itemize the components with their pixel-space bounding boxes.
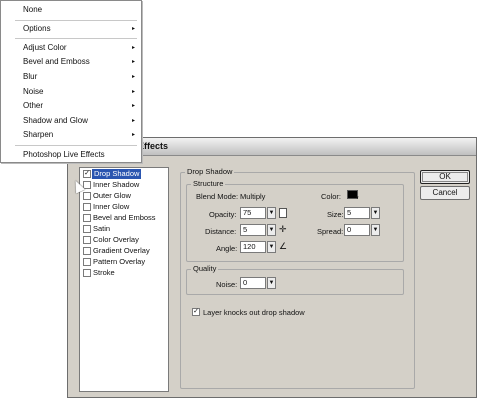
effect-checkbox[interactable]: ✓ xyxy=(83,170,91,178)
panel-title: Drop Shadow xyxy=(185,167,235,176)
effect-item-outer-glow[interactable]: Outer Glow xyxy=(82,191,166,201)
menu-item-adjust-color[interactable]: Adjust Color ▸ xyxy=(1,41,141,55)
size-dropdown-button[interactable]: ▼ xyxy=(371,207,380,219)
effect-label: Stroke xyxy=(93,268,115,277)
structure-label: Structure xyxy=(191,179,226,188)
submenu-arrow-icon: ▸ xyxy=(131,26,135,32)
menu-item-photoshop-live-effects[interactable]: Photoshop Live Effects xyxy=(1,148,141,162)
color-dropdown-icon[interactable]: ▾ xyxy=(356,195,359,201)
opacity-slider-icon[interactable] xyxy=(279,208,287,218)
menu-item-shadow-and-glow[interactable]: Shadow and Glow ▸ xyxy=(1,114,141,128)
effect-checkbox[interactable] xyxy=(83,203,91,211)
blend-mode-value[interactable]: Multiply xyxy=(240,192,265,201)
menu-item-label: Adjust Color xyxy=(23,43,67,52)
effect-label: Pattern Overlay xyxy=(93,257,146,266)
effect-item-stroke[interactable]: Stroke xyxy=(82,268,166,278)
knockout-checkbox[interactable]: ✓ xyxy=(192,308,200,316)
opacity-dropdown-button[interactable]: ▼ xyxy=(267,207,276,219)
menu-item-options[interactable]: Options ▸ xyxy=(1,22,141,36)
menu-item-label: Other xyxy=(23,101,44,110)
effect-label: Color Overlay xyxy=(93,235,139,244)
noise-label: Noise: xyxy=(216,280,238,289)
menu-item-bevel-and-emboss[interactable]: Bevel and Emboss ▸ xyxy=(1,55,141,69)
menu-item-label: Photoshop Live Effects xyxy=(23,150,105,159)
noise-dropdown-button[interactable]: ▼ xyxy=(267,277,276,289)
menu-item-label: Noise xyxy=(23,87,44,96)
submenu-arrow-icon: ▸ xyxy=(131,74,135,80)
menu-item-label: Shadow and Glow xyxy=(23,116,88,125)
effects-menu: None Options ▸ Adjust Color ▸ Bevel and … xyxy=(0,0,142,163)
angle-input[interactable]: 120 xyxy=(240,241,266,253)
menu-item-other[interactable]: Other ▸ xyxy=(1,99,141,113)
effect-label: Drop Shadow xyxy=(92,169,142,179)
blend-mode-label: Blend Mode: xyxy=(196,192,239,201)
submenu-arrow-icon: ▸ xyxy=(131,132,135,138)
submenu-arrow-icon: ▸ xyxy=(131,45,135,51)
effect-item-pattern-overlay[interactable]: Pattern Overlay xyxy=(82,257,166,267)
effect-label: Inner Shadow xyxy=(93,180,140,189)
spread-label: Spread: xyxy=(317,227,344,236)
angle-label: Angle: xyxy=(216,244,238,253)
menu-separator xyxy=(15,145,137,146)
effect-item-drop-shadow[interactable]: ✓ Drop Shadow xyxy=(82,169,166,179)
color-label: Color: xyxy=(321,192,342,201)
menu-item-label: Options xyxy=(23,24,51,33)
menu-item-noise[interactable]: Noise ▸ xyxy=(1,85,141,99)
knockout-label: Layer knocks out drop shadow xyxy=(203,308,305,317)
size-input[interactable]: 5 xyxy=(344,207,370,219)
effect-checkbox[interactable] xyxy=(83,214,91,222)
effect-item-inner-shadow[interactable]: Inner Shadow xyxy=(82,180,166,190)
effect-checkbox[interactable] xyxy=(83,192,91,200)
distance-dropdown-button[interactable]: ▼ xyxy=(267,224,276,236)
distance-label: Distance: xyxy=(205,227,237,236)
effect-checkbox[interactable] xyxy=(83,225,91,233)
distance-input[interactable]: 5 xyxy=(240,224,266,236)
menu-item-label: None xyxy=(23,5,43,14)
effect-label: Outer Glow xyxy=(93,191,131,200)
noise-input[interactable]: 0 xyxy=(240,277,266,289)
effects-dialog: Effects ✓ Drop Shadow Inner Shadow Outer… xyxy=(67,137,477,398)
effect-item-satin[interactable]: Satin xyxy=(82,224,166,234)
effect-item-bevel-and-emboss[interactable]: Bevel and Emboss xyxy=(82,213,166,223)
menu-item-none[interactable]: None xyxy=(1,3,141,17)
effect-label: Inner Glow xyxy=(93,202,130,211)
quality-label: Quality xyxy=(191,264,219,273)
submenu-arrow-icon: ▸ xyxy=(131,89,135,95)
menu-item-label: Bevel and Emboss xyxy=(23,57,90,66)
effects-list[interactable]: ✓ Drop Shadow Inner Shadow Outer Glow In… xyxy=(79,167,169,392)
menu-separator xyxy=(15,20,137,21)
effect-item-color-overlay[interactable]: Color Overlay xyxy=(82,235,166,245)
submenu-arrow-icon: ▸ xyxy=(131,59,135,65)
effect-item-inner-glow[interactable]: Inner Glow xyxy=(82,202,166,212)
menu-item-sharpen[interactable]: Sharpen ▸ xyxy=(1,128,141,142)
effect-item-gradient-overlay[interactable]: Gradient Overlay xyxy=(82,246,166,256)
effect-checkbox[interactable] xyxy=(83,247,91,255)
spread-dropdown-button[interactable]: ▼ xyxy=(371,224,380,236)
menu-item-label: Sharpen xyxy=(23,130,54,139)
effect-label: Bevel and Emboss xyxy=(93,213,156,222)
spread-input[interactable]: 0 xyxy=(344,224,370,236)
submenu-arrow-icon: ▸ xyxy=(131,118,135,124)
submenu-arrow-icon: ▸ xyxy=(131,103,135,109)
angle-icon[interactable]: ∠ xyxy=(279,241,287,252)
move-icon[interactable]: ✛ xyxy=(279,224,287,235)
ok-button[interactable]: OK xyxy=(420,170,470,184)
effect-label: Satin xyxy=(93,224,111,233)
size-label: Size: xyxy=(327,210,344,219)
menu-separator xyxy=(15,38,137,39)
dialog-title: Effects xyxy=(138,141,169,151)
angle-dropdown-button[interactable]: ▼ xyxy=(267,241,276,253)
cancel-button[interactable]: Cancel xyxy=(420,186,470,200)
menu-item-blur[interactable]: Blur ▸ xyxy=(1,70,141,84)
effect-checkbox[interactable] xyxy=(83,269,91,277)
effect-label: Gradient Overlay xyxy=(93,246,150,255)
effect-checkbox[interactable] xyxy=(83,258,91,266)
opacity-input[interactable]: 75 xyxy=(240,207,266,219)
effect-checkbox[interactable] xyxy=(83,236,91,244)
opacity-label: Opacity: xyxy=(209,210,237,219)
menu-item-label: Blur xyxy=(23,72,38,81)
